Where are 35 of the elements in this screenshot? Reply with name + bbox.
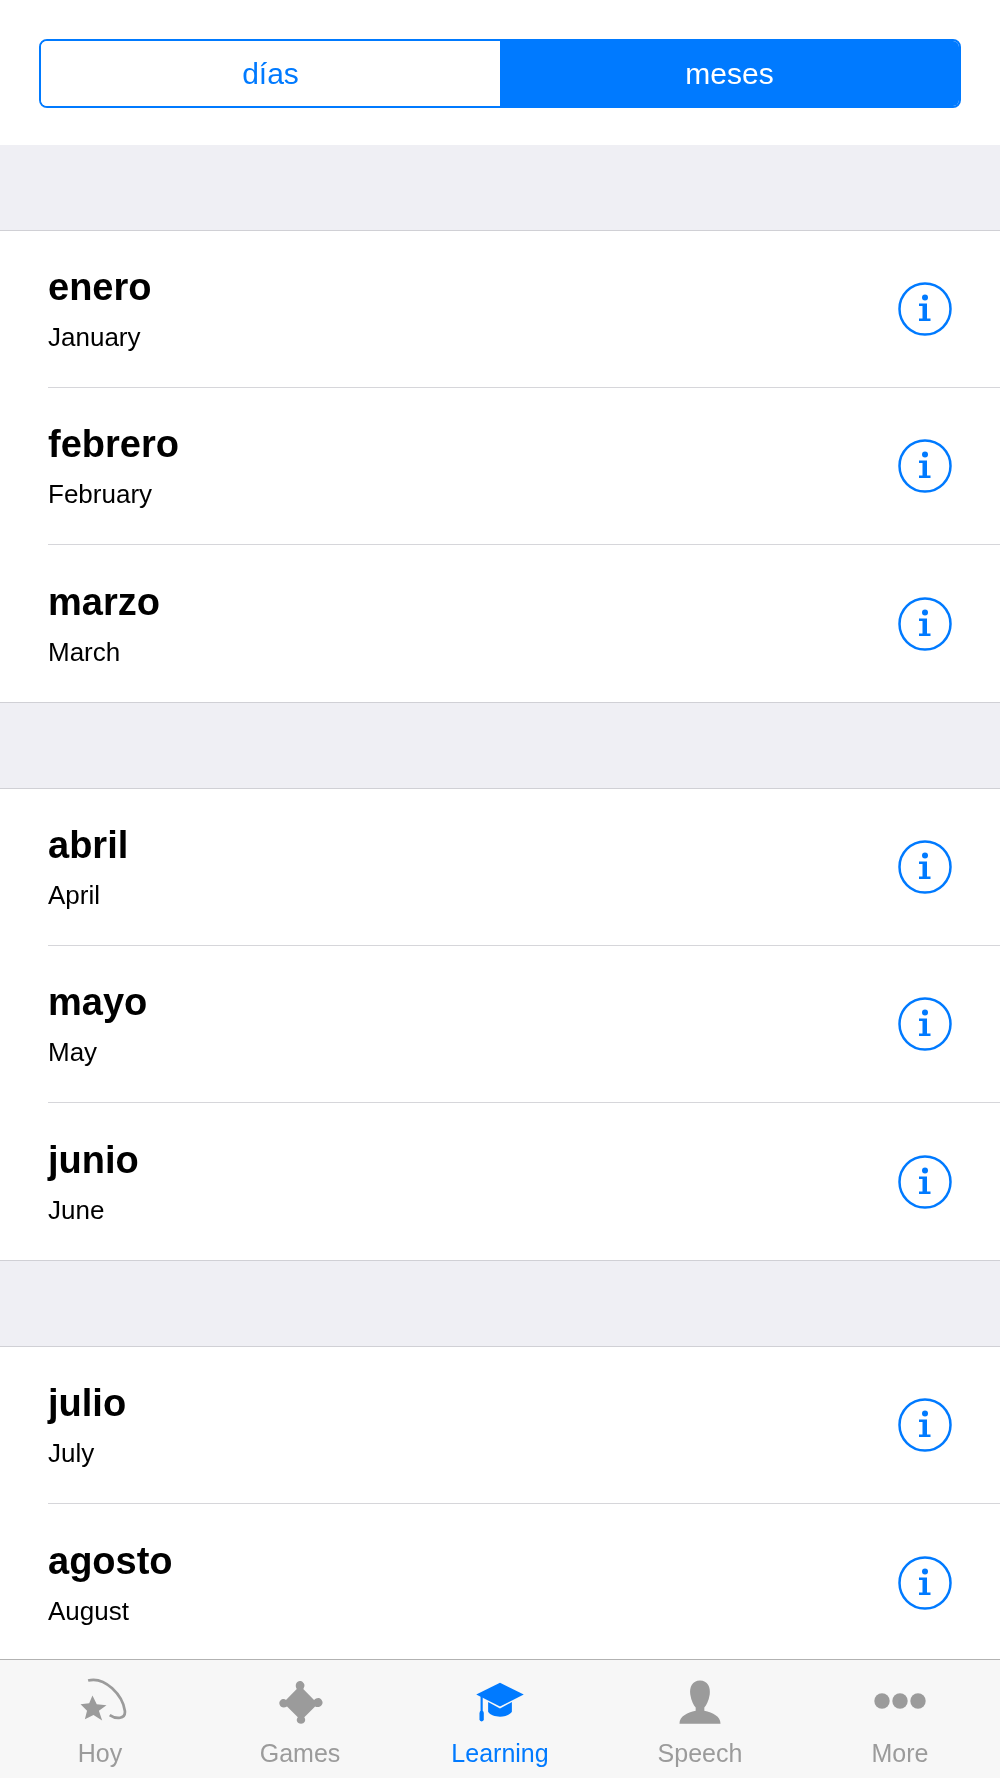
info-icon[interactable] bbox=[898, 997, 952, 1051]
info-icon[interactable] bbox=[898, 282, 952, 336]
list-row[interactable]: agosto August bbox=[48, 1504, 1000, 1659]
row-title: marzo bbox=[48, 579, 160, 624]
info-icon[interactable] bbox=[898, 840, 952, 894]
list-row[interactable]: abril April bbox=[48, 789, 1000, 946]
info-icon[interactable] bbox=[898, 1154, 952, 1209]
list-row[interactable]: junio June bbox=[48, 1103, 1000, 1260]
segment-tab[interactable]: meses bbox=[500, 41, 959, 106]
row-title: abril bbox=[48, 823, 129, 867]
row-title: febrero bbox=[48, 422, 179, 466]
list-row[interactable]: febrero February bbox=[48, 388, 1000, 545]
row-title: enero bbox=[48, 265, 152, 309]
list-row[interactable]: mayo May bbox=[48, 946, 1000, 1103]
info-icon[interactable] bbox=[898, 1555, 952, 1610]
row-subtitle: March bbox=[48, 635, 122, 668]
more-icon bbox=[873, 1692, 927, 1710]
row-subtitle: June bbox=[48, 1193, 106, 1226]
row-subtitle: May bbox=[48, 1036, 99, 1068]
row-subtitle: February bbox=[48, 478, 154, 510]
tab-bar-item[interactable]: Learning bbox=[400, 1660, 600, 1778]
info-icon[interactable] bbox=[898, 596, 952, 651]
row-subtitle: August bbox=[48, 1594, 130, 1627]
row-subtitle: July bbox=[48, 1437, 96, 1469]
row-title: mayo bbox=[48, 980, 148, 1024]
row-title: julio bbox=[48, 1381, 127, 1425]
list-row[interactable]: julio July bbox=[48, 1347, 1000, 1504]
info-icon[interactable] bbox=[898, 439, 952, 493]
row-subtitle: April bbox=[48, 879, 101, 911]
info-icon[interactable] bbox=[898, 1398, 952, 1452]
list-row[interactable]: marzo March bbox=[48, 545, 1000, 702]
list-row[interactable]: enero January bbox=[48, 231, 1000, 388]
row-title: agosto bbox=[48, 1538, 173, 1583]
row-subtitle: January bbox=[48, 321, 142, 353]
row-title: junio bbox=[48, 1137, 139, 1182]
